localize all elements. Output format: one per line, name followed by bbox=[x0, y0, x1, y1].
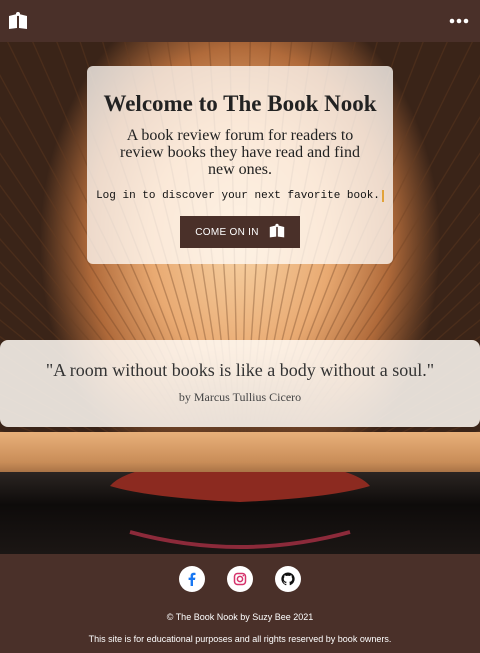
page-subtitle: A book review forum for readers to revie… bbox=[120, 127, 360, 178]
open-book-icon bbox=[269, 223, 285, 242]
facebook-icon[interactable] bbox=[179, 566, 205, 592]
hero-section: Welcome to The Book Nook A book review f… bbox=[0, 42, 480, 554]
disclaimer-text: This site is for educational purposes an… bbox=[88, 634, 392, 644]
instagram-icon[interactable] bbox=[227, 566, 253, 592]
copyright-text: © The Book Nook by Suzy Bee 2021 bbox=[166, 612, 314, 622]
quote-text: "A room without books is like a body wit… bbox=[45, 360, 435, 380]
quote-card: "A room without books is like a body wit… bbox=[0, 340, 480, 427]
social-links bbox=[0, 566, 480, 592]
quote-author: by Marcus Tullius Cicero bbox=[178, 390, 302, 404]
page-title: Welcome to The Book Nook bbox=[103, 91, 377, 116]
open-book-icon[interactable] bbox=[8, 11, 28, 31]
github-icon[interactable] bbox=[275, 566, 301, 592]
come-on-in-button[interactable]: COME ON IN bbox=[180, 216, 300, 248]
welcome-card: Welcome to The Book Nook A book review f… bbox=[87, 66, 393, 264]
more-dots-icon[interactable] bbox=[448, 12, 470, 30]
book-spine bbox=[0, 460, 480, 554]
footer: © The Book Nook by Suzy Bee 2021 This si… bbox=[0, 554, 480, 653]
button-label: COME ON IN bbox=[195, 226, 259, 238]
login-prompt: Log in to discover your next favorite bo… bbox=[96, 190, 384, 202]
navbar bbox=[0, 0, 480, 42]
